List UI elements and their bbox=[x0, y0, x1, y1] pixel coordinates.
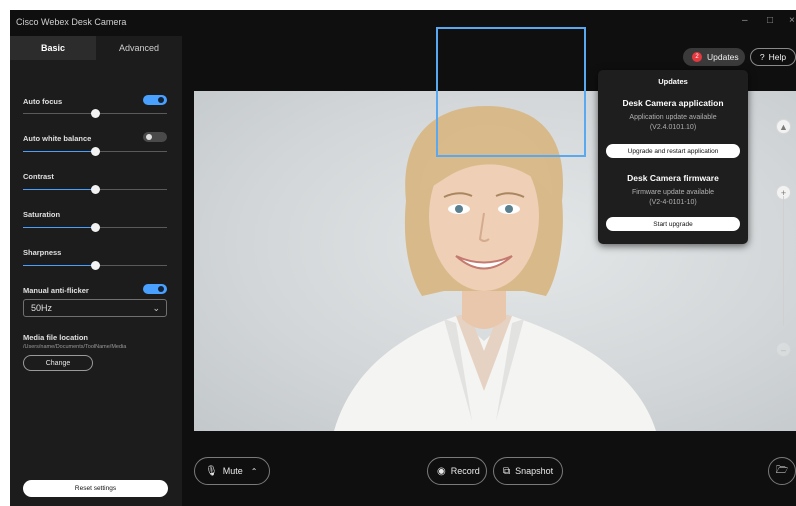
updates-button[interactable]: 2 Updates bbox=[683, 48, 745, 66]
popup-title: Updates bbox=[658, 77, 688, 86]
auto-white-balance-toggle[interactable] bbox=[143, 132, 167, 142]
snapshot-icon: ⧉ bbox=[503, 465, 511, 477]
contrast-label: Contrast bbox=[23, 172, 54, 181]
record-button[interactable]: ◉ Record bbox=[427, 457, 487, 485]
open-folder-button[interactable]: 🗁 bbox=[768, 457, 796, 485]
zoom-out-button[interactable]: – bbox=[776, 342, 791, 357]
slider-thumb[interactable] bbox=[91, 261, 100, 270]
app-update-heading: Desk Camera application bbox=[622, 98, 724, 108]
zoom-controls: ▲ + – bbox=[773, 96, 795, 357]
folder-icon: 🗁 bbox=[775, 464, 789, 476]
slider-thumb[interactable] bbox=[91, 185, 100, 194]
firmware-update-version: (V2-4-0101-10) bbox=[649, 199, 697, 206]
anti-flicker-label: Manual anti-flicker bbox=[23, 286, 89, 295]
minimize-button[interactable]: – bbox=[742, 15, 748, 26]
tab-basic[interactable]: Basic bbox=[10, 36, 96, 60]
saturation-slider[interactable] bbox=[23, 223, 167, 233]
microphone-icon: 🎙 bbox=[205, 465, 218, 477]
close-button[interactable]: × bbox=[789, 15, 795, 26]
slider-fill bbox=[23, 227, 95, 228]
start-upgrade-button[interactable]: Start upgrade bbox=[606, 217, 740, 231]
app-update-version: (V2.4.0101.10) bbox=[649, 124, 697, 131]
mute-button[interactable]: 🎙 Mute ⌃ bbox=[194, 457, 270, 485]
chevron-up-icon[interactable]: ⌃ bbox=[251, 467, 258, 476]
settings-sidebar: Basic Advanced Auto focus Auto white bal… bbox=[10, 36, 182, 506]
settings-tabs: Basic Advanced bbox=[10, 36, 182, 60]
updates-count-badge: 2 bbox=[692, 52, 702, 62]
snapshot-button[interactable]: ⧉ Snapshot bbox=[493, 457, 563, 485]
slider-thumb[interactable] bbox=[91, 147, 100, 156]
focus-slider[interactable] bbox=[23, 109, 167, 119]
record-icon: ◉ bbox=[437, 465, 446, 477]
firmware-update-text: Firmware update available bbox=[631, 189, 715, 196]
chevron-down-icon: ⌄ bbox=[152, 303, 160, 313]
slider-fill bbox=[23, 189, 95, 190]
slider-thumb[interactable] bbox=[91, 109, 100, 118]
app-window: Cisco Webex Desk Camera – □ × Basic Adva… bbox=[10, 10, 796, 506]
slider-thumb[interactable] bbox=[91, 223, 100, 232]
contrast-slider[interactable] bbox=[23, 185, 167, 195]
maximize-button[interactable]: □ bbox=[767, 15, 773, 26]
slider-fill bbox=[23, 265, 95, 266]
help-icon: ? bbox=[759, 52, 765, 62]
sharpness-slider[interactable] bbox=[23, 261, 167, 271]
record-label: Record bbox=[450, 466, 480, 476]
snapshot-label: Snapshot bbox=[515, 466, 554, 476]
upgrade-restart-button[interactable]: Upgrade and restart application bbox=[606, 144, 740, 158]
toggle-knob bbox=[146, 134, 152, 140]
toggle-knob bbox=[158, 286, 164, 292]
toggle-knob bbox=[158, 97, 164, 103]
media-location-label: Media file location bbox=[23, 333, 89, 342]
title-bar: Cisco Webex Desk Camera – □ × bbox=[10, 10, 796, 36]
help-button[interactable]: ? Help bbox=[750, 48, 796, 66]
auto-white-balance-label: Auto white balance bbox=[23, 134, 92, 143]
main-area: ▲ + – 2 Updates ? Help Updates Desk Came… bbox=[182, 36, 796, 506]
updates-popup: Updates Desk Camera application Applicat… bbox=[598, 70, 748, 244]
white-balance-slider[interactable] bbox=[23, 147, 167, 157]
tab-advanced[interactable]: Advanced bbox=[96, 36, 182, 60]
updates-label: Updates bbox=[707, 52, 739, 62]
media-path: /Users/name/Documents/ToolName/Media bbox=[23, 344, 127, 350]
mute-label: Mute bbox=[222, 466, 243, 476]
saturation-label: Saturation bbox=[23, 210, 61, 219]
anti-flicker-select[interactable]: 50Hz ⌄ bbox=[23, 299, 167, 317]
anti-flicker-value: 50Hz bbox=[31, 303, 53, 313]
auto-focus-label: Auto focus bbox=[23, 97, 63, 106]
change-location-button[interactable]: Change bbox=[23, 355, 93, 371]
sharpness-label: Sharpness bbox=[23, 248, 62, 257]
firmware-update-heading: Desk Camera firmware bbox=[627, 173, 719, 183]
pan-home-icon[interactable]: ▲ bbox=[776, 119, 791, 134]
app-title: Cisco Webex Desk Camera bbox=[16, 17, 127, 27]
help-label: Help bbox=[768, 52, 787, 62]
anti-flicker-toggle[interactable] bbox=[143, 284, 167, 294]
auto-focus-toggle[interactable] bbox=[143, 95, 167, 105]
zoom-track[interactable] bbox=[783, 196, 784, 326]
app-update-text: Application update available bbox=[629, 114, 717, 121]
reset-settings-button[interactable]: Reset settings bbox=[23, 480, 168, 497]
slider-fill bbox=[23, 151, 95, 152]
